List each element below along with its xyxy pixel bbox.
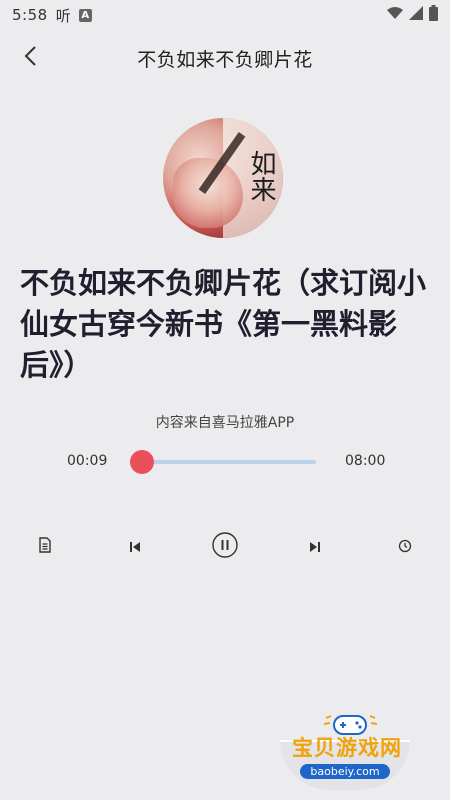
player-controls — [0, 532, 450, 562]
document-icon — [38, 537, 52, 557]
status-bar: 5:58 听 A — [0, 0, 450, 30]
battery-icon — [429, 5, 438, 25]
chevron-left-icon — [22, 44, 38, 72]
track-title: 不负如来不负卿片花（求订阅小仙女古穿今新书《第一黑料影后》） — [20, 266, 427, 382]
previous-icon — [129, 538, 141, 557]
progress-thumb[interactable] — [129, 450, 154, 474]
progress-row: 00:09 08:00 — [0, 448, 450, 476]
page-title: 不负如来不负卿片花 — [137, 48, 313, 71]
app-bar: 不负如来不负卿片花 — [0, 30, 450, 86]
timer-icon — [398, 538, 412, 557]
app-notification-icon: 听 — [55, 6, 71, 25]
source-note: 内容来自喜马拉雅APP — [155, 415, 295, 431]
cover-calligraphy: 如来 — [246, 150, 276, 202]
total-time: 08:00 — [345, 453, 386, 469]
next-icon — [309, 538, 321, 557]
timer-button[interactable] — [390, 532, 420, 562]
pause-icon — [212, 532, 238, 562]
watermark-url: baobeiy.com — [300, 764, 390, 779]
signal-icon — [409, 6, 423, 24]
a-badge-icon: A — [78, 8, 92, 22]
progress-track[interactable] — [129, 450, 316, 474]
status-time: 5:58 — [12, 6, 48, 24]
album-cover: 如来 — [163, 118, 283, 238]
wifi-icon — [387, 6, 403, 24]
next-button[interactable] — [300, 532, 330, 562]
pause-button[interactable] — [210, 532, 240, 562]
watermark: 宝贝游戏网 baobeiy.com — [270, 710, 420, 790]
back-button[interactable] — [14, 42, 46, 74]
previous-button[interactable] — [120, 532, 150, 562]
document-button[interactable] — [30, 532, 60, 562]
current-time: 00:09 — [67, 453, 108, 469]
watermark-text: 宝贝游戏网 — [292, 736, 402, 760]
